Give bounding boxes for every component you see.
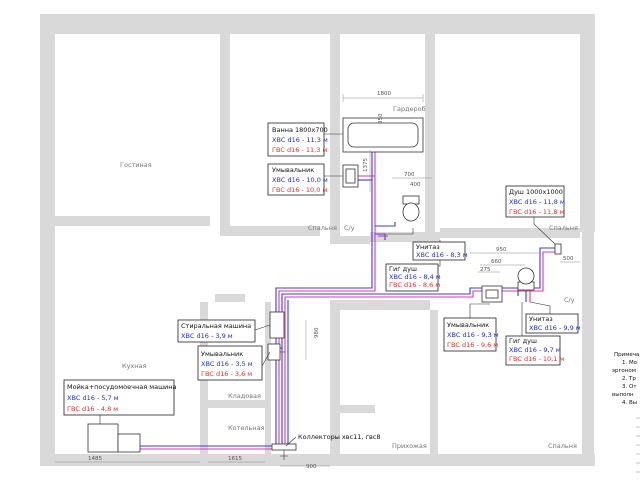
sink-1-hot: ГВС d16 - 10,0 м [272, 186, 327, 194]
dim-1485: 1485 [88, 456, 102, 462]
dim-500: 500 [563, 256, 574, 262]
dim-350: 350 [378, 113, 384, 124]
toilet-1-cold: ХВС d16 - 8,3 м [416, 251, 468, 259]
dim-950: 950 [496, 247, 507, 253]
kitchen-sink-hot: ГВС d16 - 4,8 м [67, 405, 118, 413]
dim-1615: 1615 [228, 456, 242, 462]
label-toilet-1: Унитаз ХВС d16 - 8,3 м [412, 241, 468, 261]
shower-cold: ХВС d16 - 11,8 м [509, 198, 565, 206]
sink-2-title: Умывальник [447, 321, 489, 329]
label-sink-1: Умывальник ХВС d16 - 10,0 м ГВС d16 - 10… [267, 163, 328, 196]
kitchen-sink-title: Мойка+посудомоечная машина [67, 383, 177, 391]
label-sink-3: Умывальник ХВС d16 - 3,5 м ГВС d16 - 3,6… [197, 345, 263, 381]
toilet-2-title: Унитаз [529, 315, 553, 323]
toilet-1-title: Унитаз [416, 243, 440, 251]
collector-label: Коллекторы хвс11, гвс8 [298, 433, 381, 441]
toilet-2-cold: ХВС d16 - 9,9 м [529, 324, 581, 332]
dim-980: 980 [314, 327, 320, 338]
room-living: Гостиная [120, 161, 152, 169]
dim-660: 660 [491, 259, 502, 265]
notes-line-4: 3. От [622, 384, 637, 390]
label-hygiene-1: Гиг душ ХВС d16 - 8,4 м ГВС d16 - 8,6 м [385, 263, 441, 292]
label-washer: Стиральная машина ХВС d16 - 3,9 м [177, 319, 256, 343]
room-boiler: Котельная [228, 424, 265, 432]
label-bath: Ванна 1800x700 ХВС d16 - 11,3 м ГВС d16 … [267, 122, 328, 157]
notes-line-2: эргоном [612, 368, 636, 374]
label-sink-2: Умывальник ХВС d16 - 9,3 м ГВС d16 - 9,6… [443, 317, 499, 352]
washer-title: Стиральная машина [181, 322, 251, 330]
dim-1800: 1800 [377, 91, 391, 97]
room-bedroom-1: Спальня [308, 224, 337, 232]
room-pantry: Кладовая [228, 392, 261, 400]
sink-1-title: Умывальник [272, 166, 314, 174]
room-bedroom-3: Спальня [548, 442, 577, 450]
dim-275: 275 [480, 267, 491, 273]
hygiene-2-hot: ГВС d16 - 10,1 м [509, 355, 564, 363]
hygiene-2-title: Гиг душ [509, 337, 537, 345]
room-labels: Гостиная Гардероб Спальня С/у Спальня С/… [120, 105, 578, 450]
label-shower: Душ 1000x1000 ХВС d16 - 11,8 м ГВС d16 -… [505, 185, 565, 218]
room-wc-2: С/у [564, 296, 575, 304]
room-wardrobe: Гардероб [393, 105, 426, 113]
dim-1375: 1375 [363, 158, 369, 172]
washer-cold: ХВС d16 - 3,9 м [181, 332, 233, 340]
notes-line-3: 2. Тр [622, 376, 636, 382]
hygiene-1-hot: ГВС d16 - 8,6 м [389, 281, 440, 289]
room-bedroom-2: Спальня [549, 224, 578, 232]
label-kitchen-sink: Мойка+посудомоечная машина ХВС d16 - 5,7… [63, 379, 177, 416]
sink-2-cold: ХВС d16 - 9,3 м [447, 331, 499, 339]
sink-3-hot: ГВС d16 - 3,6 м [201, 370, 252, 378]
shower-title: Душ 1000x1000 [509, 188, 563, 196]
shower-hot: ГВС d16 - 11,8 м [509, 208, 564, 216]
room-hall: Прихожая [392, 442, 427, 450]
notes-line-1: 1. Мо [622, 360, 638, 366]
bath-hot: ГВС d16 - 11,3 м [272, 146, 327, 154]
hygiene-1-cold: ХВС d16 - 8,4 м [389, 273, 441, 281]
hygiene-1-title: Гиг душ [389, 265, 417, 273]
sink-1-cold: ХВС d16 - 10,0 м [272, 176, 328, 184]
room-wc-1: С/у [344, 224, 355, 232]
notes-line-5: выполн [612, 392, 634, 398]
notes-heading: Примеча [614, 352, 639, 358]
hygiene-2-cold: ХВС d16 - 9,7 м [509, 346, 561, 354]
dim-900: 900 [306, 464, 317, 470]
sink-2-hot: ГВС d16 - 9,6 м [447, 341, 498, 349]
bath-title: Ванна 1800x700 [272, 126, 328, 134]
bath-cold: ХВС d16 - 11,3 м [272, 136, 328, 144]
room-kitchen: Кухная [122, 362, 147, 370]
kitchen-sink-cold: ХВС d16 - 5,7 м [67, 394, 119, 402]
notes: Примеча 1. Мо эргоном 2. Тр 3. От выполн… [612, 352, 640, 473]
dim-400: 400 [410, 182, 421, 188]
sink-3-title: Умывальник [201, 350, 243, 358]
label-toilet-2: Унитаз ХВС d16 - 9,9 м [525, 313, 581, 334]
label-hygiene-2: Гиг душ ХВС d16 - 9,7 м ГВС d16 - 10,1 м [505, 335, 564, 366]
dim-700: 700 [404, 172, 415, 178]
plumbing-floor-plan: Гостиная Гардероб Спальня С/у Спальня С/… [40, 14, 640, 473]
notes-line-6: 4. Вы [622, 400, 637, 406]
sink-3-cold: ХВС d16 - 3,5 м [201, 360, 253, 368]
